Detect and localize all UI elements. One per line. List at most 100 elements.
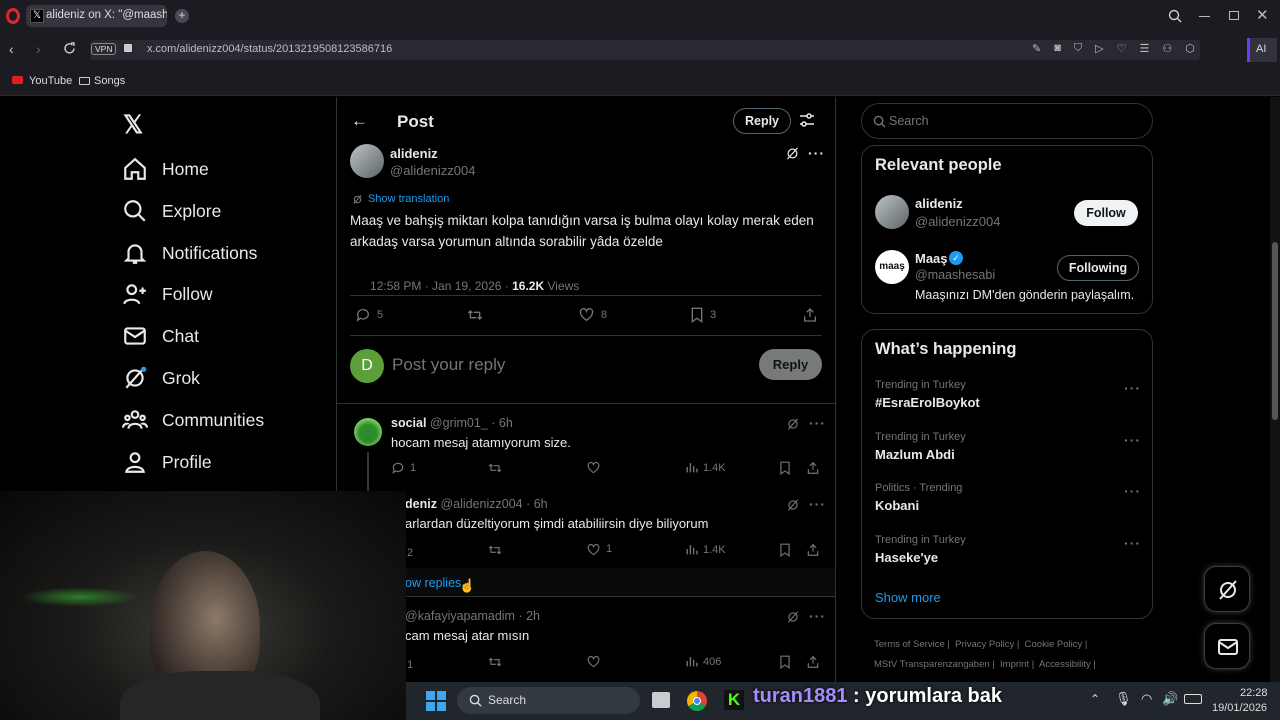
restore-icon[interactable] bbox=[1229, 11, 1239, 20]
filter-icon[interactable] bbox=[799, 112, 815, 128]
views-action[interactable]: 1.4K bbox=[685, 543, 726, 556]
reply-input[interactable]: Post your reply bbox=[392, 355, 505, 375]
reply-submit-button[interactable]: Reply bbox=[759, 349, 822, 380]
tray-chevron-icon[interactable]: ⌃ bbox=[1090, 692, 1100, 706]
close-window-icon[interactable]: ✕ bbox=[1256, 6, 1269, 24]
grok-explain-icon[interactable] bbox=[786, 417, 800, 431]
grok-explain-icon[interactable] bbox=[786, 498, 800, 512]
header-reply-button[interactable]: Reply bbox=[733, 108, 791, 134]
scrollbar[interactable] bbox=[1270, 97, 1280, 720]
sidebar-item-grok[interactable]: Grok bbox=[122, 363, 200, 393]
person-handle[interactable]: @maashesabi bbox=[915, 268, 995, 282]
repost-action[interactable] bbox=[487, 461, 503, 475]
views-action[interactable]: 406 bbox=[685, 655, 721, 668]
sidebar-item-follow[interactable]: Follow bbox=[122, 279, 213, 309]
sidebar-item-home[interactable]: Home bbox=[122, 154, 209, 184]
account-icon[interactable]: ⚇ bbox=[1162, 42, 1172, 55]
follow-button[interactable]: Follow bbox=[1074, 200, 1138, 226]
reply-action[interactable]: 1 bbox=[391, 461, 416, 475]
search-input[interactable]: Search bbox=[889, 114, 929, 128]
camera-icon[interactable]: ◙ bbox=[1054, 42, 1061, 55]
sidebar-item-profile[interactable]: Profile bbox=[122, 447, 212, 477]
reply-action[interactable]: 1 bbox=[407, 655, 413, 673]
trend-item[interactable]: Trending in Turkey #EsraErolBoykot bbox=[875, 379, 980, 410]
clock-date[interactable]: 19/01/2026 bbox=[1212, 702, 1267, 714]
url-text[interactable]: x.com/alidenizz004/status/20132195081235… bbox=[147, 43, 392, 55]
sidebar-item-explore[interactable]: Explore bbox=[122, 196, 221, 226]
footer-link[interactable]: Accessibility bbox=[1039, 659, 1091, 670]
following-button[interactable]: Following bbox=[1057, 255, 1139, 281]
footer-link[interactable]: Privacy Policy bbox=[955, 639, 1014, 650]
avatar[interactable]: maaş bbox=[875, 250, 909, 284]
share-action[interactable] bbox=[806, 543, 820, 557]
like-action[interactable]: 8 bbox=[578, 307, 607, 323]
microphone-icon[interactable]: 🎙 bbox=[1115, 691, 1132, 707]
reply-handle[interactable]: @kafayiyapamadim · 2h bbox=[405, 609, 540, 623]
reply-action[interactable]: 2 bbox=[407, 543, 413, 561]
reply-author[interactable]: social bbox=[391, 416, 426, 430]
messages-float-button[interactable] bbox=[1204, 623, 1250, 669]
chrome-icon[interactable] bbox=[687, 691, 707, 711]
edit-icon[interactable]: ✎ bbox=[1032, 42, 1041, 55]
trend-item[interactable]: Politics · Trending Kobani bbox=[875, 482, 962, 513]
footer-link[interactable]: MStV Transparenzangaben bbox=[874, 659, 990, 670]
back-arrow-icon[interactable]: ← bbox=[351, 111, 368, 131]
reply-action[interactable]: 5 bbox=[355, 307, 383, 323]
grok-explain-icon[interactable] bbox=[786, 610, 800, 624]
repost-action[interactable] bbox=[487, 655, 503, 669]
more-icon[interactable]: ··· bbox=[809, 608, 826, 624]
reload-icon[interactable] bbox=[63, 42, 76, 55]
post-time[interactable]: 12:58 PM · Jan 19, 2026 · bbox=[370, 279, 512, 293]
grok-float-button[interactable] bbox=[1204, 566, 1250, 612]
more-icon[interactable]: ··· bbox=[1124, 432, 1141, 448]
repost-action[interactable] bbox=[487, 543, 503, 557]
bookmark-songs[interactable]: Songs bbox=[94, 75, 125, 87]
trend-item[interactable]: Trending in Turkey Mazlum Abdi bbox=[875, 431, 966, 462]
footer-link[interactable]: Imprint bbox=[1000, 659, 1029, 670]
x-logo-icon[interactable]: 𝕏 bbox=[123, 110, 143, 140]
forward-icon[interactable]: › bbox=[36, 41, 41, 57]
wifi-icon[interactable]: ◠ bbox=[1141, 691, 1152, 707]
more-icon[interactable]: ··· bbox=[1124, 483, 1141, 499]
clock-time[interactable]: 22:28 bbox=[1240, 687, 1268, 699]
sidebar-item-notifications[interactable]: Notifications bbox=[122, 238, 257, 268]
opera-logo-icon[interactable] bbox=[6, 8, 20, 24]
author-handle[interactable]: @alidenizz004 bbox=[390, 163, 475, 178]
footer-link[interactable]: Terms of Service bbox=[874, 639, 945, 650]
reply-author[interactable]: deniz bbox=[405, 497, 437, 511]
share-action[interactable] bbox=[806, 655, 820, 669]
windows-start-icon[interactable] bbox=[426, 691, 446, 711]
volume-icon[interactable]: 🔊 bbox=[1162, 691, 1178, 707]
vpn-badge[interactable]: VPN bbox=[91, 43, 117, 55]
task-view-icon[interactable] bbox=[652, 692, 670, 708]
more-icon[interactable]: ··· bbox=[808, 145, 825, 161]
grok-explain-icon[interactable] bbox=[785, 146, 800, 161]
bookmark-youtube[interactable]: YouTube bbox=[29, 75, 72, 87]
bookmark-action[interactable] bbox=[779, 461, 791, 475]
show-more-link[interactable]: Show more bbox=[875, 590, 941, 605]
menu-icon[interactable]: ☰ bbox=[1139, 42, 1149, 55]
person-handle[interactable]: @alidenizz004 bbox=[915, 214, 1000, 229]
reply-handle[interactable]: @grim01_ · 6h bbox=[430, 416, 513, 430]
person-name[interactable]: alideniz bbox=[915, 196, 963, 211]
composer-avatar[interactable]: D bbox=[350, 349, 384, 383]
show-replies-link[interactable]: ow replies bbox=[405, 576, 461, 590]
repost-action[interactable] bbox=[466, 307, 484, 323]
avatar[interactable] bbox=[875, 195, 909, 229]
ai-button[interactable]: AI bbox=[1247, 38, 1277, 62]
author-name[interactable]: alideniz bbox=[390, 146, 438, 161]
minimize-icon[interactable] bbox=[1199, 16, 1210, 17]
heart-icon[interactable]: ♡ bbox=[1117, 42, 1127, 55]
more-icon[interactable]: ··· bbox=[809, 496, 826, 512]
sidebar-item-chat[interactable]: Chat bbox=[122, 321, 199, 351]
person-name[interactable]: Maaş bbox=[915, 251, 948, 266]
footer-link[interactable]: Cookie Policy bbox=[1025, 639, 1083, 650]
sidebar-item-communities[interactable]: Communities bbox=[122, 405, 264, 435]
lock-icon[interactable] bbox=[124, 44, 132, 52]
browser-tab[interactable]: alideniz on X: "@maashes bbox=[26, 5, 167, 27]
trend-item[interactable]: Trending in Turkey Haseke'ye bbox=[875, 534, 966, 565]
youtube-icon[interactable] bbox=[12, 76, 23, 84]
play-icon[interactable]: ▷ bbox=[1095, 42, 1103, 55]
more-icon[interactable]: ··· bbox=[1124, 535, 1141, 551]
avatar[interactable] bbox=[350, 144, 384, 178]
